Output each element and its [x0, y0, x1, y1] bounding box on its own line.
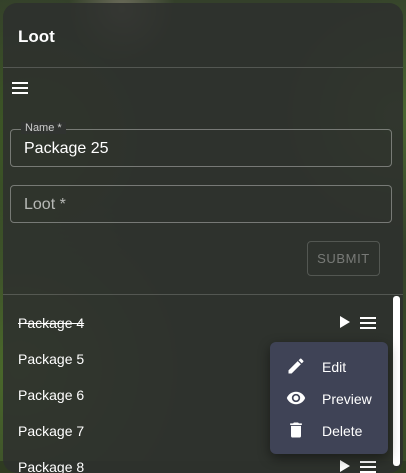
name-field-value: Package 25 [24, 140, 109, 157]
name-field[interactable]: Name * Package 25 [10, 122, 392, 167]
scrollbar-thumb[interactable] [393, 296, 400, 466]
trash-icon [290, 422, 302, 438]
play-icon[interactable] [340, 460, 350, 472]
list-item-label: Package 8 [18, 459, 85, 473]
list-item[interactable]: Package 4 [3, 304, 385, 340]
menu-item-label: Preview [322, 391, 372, 407]
row-menu-icon[interactable] [360, 461, 376, 473]
eye-icon [286, 391, 306, 405]
list-item-label: Package 4 [18, 315, 85, 331]
list-divider [3, 294, 403, 295]
loot-panel: Loot Name * Package 25 Loot * SUBMIT Pac… [3, 3, 403, 473]
header-divider [3, 67, 403, 68]
menu-item-preview[interactable]: Preview [270, 382, 388, 414]
loot-field-placeholder: Loot * [24, 196, 66, 213]
submit-button[interactable]: SUBMIT [307, 241, 380, 276]
list-item-label: Package 6 [18, 387, 85, 403]
menu-item-label: Edit [322, 359, 347, 375]
menu-item-label: Delete [322, 423, 363, 439]
context-menu: Edit Preview Delete [270, 342, 388, 454]
row-menu-icon[interactable] [360, 317, 376, 332]
hamburger-menu-icon[interactable] [12, 80, 28, 96]
loot-field[interactable]: Loot * [10, 185, 392, 223]
panel-title: Loot [18, 27, 55, 46]
play-icon[interactable] [340, 316, 350, 328]
name-field-label: Name * [21, 122, 66, 134]
menu-item-edit[interactable]: Edit [270, 350, 388, 382]
list-item-label: Package 5 [18, 351, 85, 367]
menu-item-delete[interactable]: Delete [270, 414, 388, 446]
pencil-icon [288, 358, 304, 374]
list-item-label: Package 7 [18, 423, 85, 439]
